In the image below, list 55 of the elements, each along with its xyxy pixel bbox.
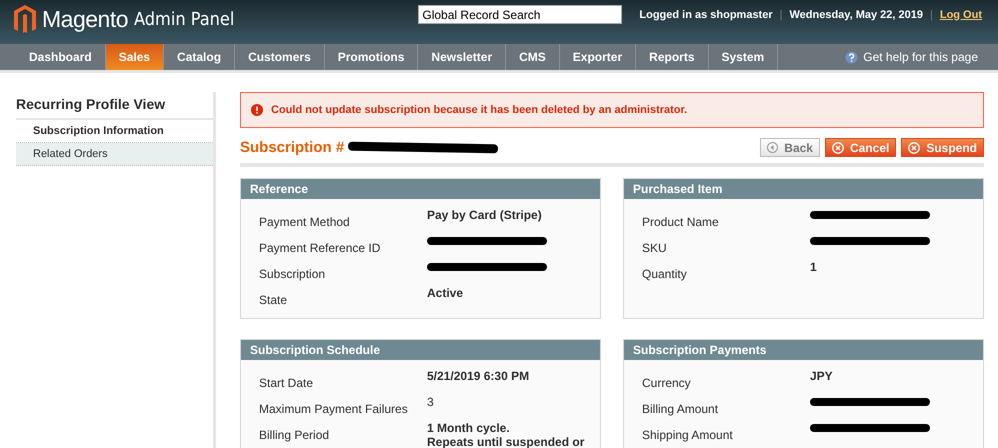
nav-tab[interactable]: Reports [636, 44, 708, 70]
field-value: Pay by Card (Stripe) [427, 208, 542, 222]
help-icon [845, 50, 858, 64]
logo-subtitle: Admin Panel [134, 8, 234, 30]
field-label: Payment Method [259, 214, 351, 229]
user-text: Logged in as shopmaster [639, 8, 773, 20]
logout-link[interactable]: Log Out [940, 8, 982, 20]
field-value: 1 Month cycle. [427, 421, 511, 435]
panel-header: Reference [241, 179, 600, 199]
field-value: 3 [427, 395, 434, 409]
field-value: JPY [810, 369, 833, 383]
search-field[interactable]: Global Record Search [418, 5, 622, 24]
nav-tab[interactable]: System [708, 44, 778, 70]
nav-tab[interactable]: CMS [506, 44, 560, 70]
field-label: Shipping Amount [642, 427, 734, 442]
help-link[interactable]: Get help for this page [863, 50, 978, 64]
suspend-button[interactable]: Suspend [901, 138, 984, 157]
field-label: Maximum Payment Failures [259, 401, 409, 416]
nav-tab[interactable]: Customers [235, 44, 325, 70]
nav-tab[interactable]: Newsletter [418, 44, 506, 70]
field-label: SKU [642, 240, 668, 255]
panel-header: Subscription Schedule [241, 340, 600, 360]
field-value: 1 [810, 260, 817, 274]
field-label: Currency [642, 375, 692, 390]
error-icon [251, 104, 263, 116]
field-label: Product Name [642, 214, 720, 229]
sidebar-item[interactable]: Related Orders [16, 143, 213, 166]
field-label: Billing Amount [642, 401, 720, 416]
field-value: 5/21/2019 6:30 PM [427, 369, 530, 383]
separator: | [780, 8, 782, 20]
page-title: Subscription # [240, 139, 344, 156]
sidebar-title: Recurring Profile View [16, 92, 213, 120]
date-text: Wednesday, May 22, 2019 [789, 8, 923, 20]
separator: | [930, 8, 933, 20]
close-icon [832, 142, 844, 154]
field-label: State [259, 292, 288, 307]
panel-header: Subscription Payments [624, 340, 983, 360]
nav-tab[interactable]: Promotions [324, 44, 418, 70]
field-label: Payment Reference ID [259, 240, 382, 255]
back-button[interactable]: Back [760, 138, 820, 157]
field-label: Quantity [642, 266, 688, 281]
nav-tab[interactable]: Sales [106, 44, 164, 70]
close-icon [908, 142, 920, 154]
field-label: Subscription [259, 266, 326, 281]
error-text: Could not update subscription because it has been deleted by an administrator. [271, 104, 688, 116]
field-value: Active [427, 286, 464, 300]
logo-icon [14, 5, 36, 33]
nav-tab[interactable]: Catalog [164, 44, 236, 70]
field-label: Start Date [259, 375, 314, 390]
panel-header: Purchased Item [624, 179, 983, 199]
logo-text: Magento [42, 6, 128, 32]
field-label: Billing Period [259, 427, 330, 442]
back-icon [767, 142, 778, 153]
cancel-button[interactable]: Cancel [824, 138, 896, 157]
nav-tab[interactable]: Exporter [560, 44, 636, 70]
